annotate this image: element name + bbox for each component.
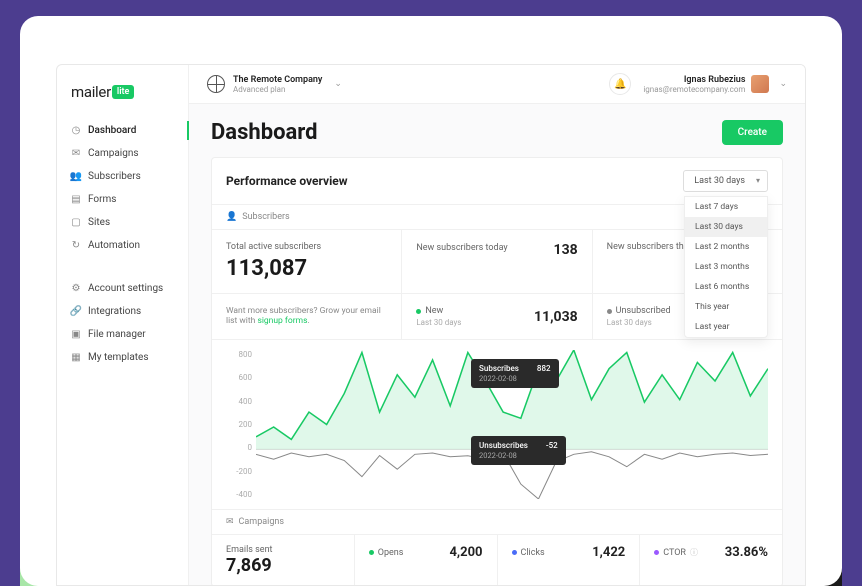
page-title: Dashboard bbox=[211, 120, 318, 145]
sidebar-item-label: Campaigns bbox=[88, 148, 139, 159]
chart-tooltip: Subscribes8822022-02-08 bbox=[471, 359, 559, 388]
y-tick: -200 bbox=[226, 467, 252, 476]
date-option[interactable]: Last 6 months bbox=[685, 277, 767, 297]
sidebar-item-campaigns[interactable]: ✉ Campaigns bbox=[57, 142, 188, 165]
user-email: ignas@remotecompany.com bbox=[643, 85, 745, 94]
subscribers-chart: 800 600 400 200 0 -200 -400 Subscribes8822022-… bbox=[212, 339, 782, 509]
sidebar-item-label: Subscribers bbox=[88, 171, 141, 182]
users-icon: 👤 bbox=[226, 212, 237, 222]
sidebar-item-sites[interactable]: ▢ Sites bbox=[57, 211, 188, 234]
date-option[interactable]: Last 3 months bbox=[685, 257, 767, 277]
date-range-button[interactable]: Last 30 days bbox=[683, 170, 768, 192]
y-tick: 400 bbox=[226, 397, 252, 406]
mail-icon: ✉ bbox=[71, 149, 81, 159]
date-option[interactable]: Last 2 months bbox=[685, 237, 767, 257]
sidebar-item-label: Dashboard bbox=[88, 125, 136, 136]
y-tick: -400 bbox=[226, 490, 252, 499]
y-tick: 200 bbox=[226, 420, 252, 429]
bell-icon: 🔔 bbox=[614, 79, 626, 90]
performance-panel: Performance overview Last 30 days Last 7… bbox=[211, 157, 783, 585]
metric-opens: Opens4,200 bbox=[355, 535, 498, 585]
sidebar-item-dashboard[interactable]: ◷ Dashboard bbox=[57, 119, 188, 142]
sidebar-item-label: Account settings bbox=[88, 283, 163, 294]
user-menu[interactable]: Ignas Rubezius ignas@remotecompany.com ⌄ bbox=[643, 75, 787, 94]
date-option[interactable]: This year bbox=[685, 297, 767, 317]
window-icon: ▢ bbox=[71, 218, 81, 228]
metric-ctor: CTORⓘ33.86% bbox=[640, 535, 782, 585]
sidebar-item-label: File manager bbox=[88, 329, 146, 340]
chevron-down-icon: ⌄ bbox=[334, 79, 342, 89]
dot-purple-icon bbox=[654, 550, 659, 555]
sidebar-item-label: Forms bbox=[88, 194, 116, 205]
folder-icon: ▣ bbox=[71, 330, 81, 340]
clock-icon: ◷ bbox=[71, 126, 81, 136]
panel-title: Performance overview bbox=[226, 174, 348, 188]
nav-main: ◷ Dashboard ✉ Campaigns 👥 Subscribers ▤ Forms ▢ S… bbox=[57, 119, 188, 257]
y-tick: 800 bbox=[226, 350, 252, 359]
logo[interactable]: mailerlite bbox=[57, 83, 188, 119]
company-name: The Remote Company bbox=[233, 75, 322, 85]
template-icon: ▦ bbox=[71, 353, 81, 363]
info-icon[interactable]: ⓘ bbox=[690, 547, 698, 558]
y-axis: 800 600 400 200 0 -200 -400 bbox=[226, 350, 252, 499]
gear-icon: ⚙ bbox=[71, 284, 81, 294]
sidebar-item-label: Integrations bbox=[88, 306, 141, 317]
create-button[interactable]: Create bbox=[722, 120, 783, 145]
sidebar-item-subscribers[interactable]: 👥 Subscribers bbox=[57, 165, 188, 188]
main-content: The Remote Company Advanced plan ⌄ 🔔 Ign… bbox=[189, 65, 805, 585]
signup-forms-link[interactable]: signup forms bbox=[257, 316, 307, 326]
form-icon: ▤ bbox=[71, 195, 81, 205]
plan-label: Advanced plan bbox=[233, 85, 322, 94]
notifications-button[interactable]: 🔔 bbox=[609, 73, 631, 95]
sidebar: mailerlite ◷ Dashboard ✉ Campaigns 👥 Subscrib… bbox=[57, 65, 189, 585]
refresh-icon: ↻ bbox=[71, 241, 81, 251]
metric-new-today: New subscribers today 138 bbox=[402, 230, 592, 293]
chart-tooltip: Unsubscribes-522022-02-08 bbox=[471, 436, 566, 465]
metric-clicks: Clicks1,422 bbox=[498, 535, 641, 585]
y-tick: 600 bbox=[226, 373, 252, 382]
mail-icon: ✉ bbox=[226, 517, 234, 527]
date-option[interactable]: Last 30 days bbox=[685, 217, 767, 237]
topbar: The Remote Company Advanced plan ⌄ 🔔 Ign… bbox=[189, 65, 805, 104]
sidebar-item-forms[interactable]: ▤ Forms bbox=[57, 188, 188, 211]
dot-blue-icon bbox=[512, 550, 517, 555]
date-option[interactable]: Last year bbox=[685, 317, 767, 337]
sidebar-item-label: Automation bbox=[88, 240, 140, 251]
metric-total-subscribers: Total active subscribers 113,087 bbox=[212, 230, 402, 293]
user-name: Ignas Rubezius bbox=[643, 75, 745, 85]
metric-new: New Last 30 days 11,038 bbox=[402, 294, 592, 339]
date-option[interactable]: Last 7 days bbox=[685, 197, 767, 217]
sidebar-item-file-manager[interactable]: ▣ File manager bbox=[57, 323, 188, 346]
logo-badge: lite bbox=[112, 85, 135, 99]
sidebar-item-integrations[interactable]: 🔗 Integrations bbox=[57, 300, 188, 323]
company-switcher[interactable]: The Remote Company Advanced plan ⌄ bbox=[207, 75, 342, 94]
chevron-down-icon: ⌄ bbox=[779, 79, 787, 89]
date-range-menu: Last 7 daysLast 30 daysLast 2 monthsLast… bbox=[684, 196, 768, 338]
campaigns-section-bar: ✉ Campaigns bbox=[212, 509, 782, 534]
date-range-select[interactable]: Last 30 days Last 7 daysLast 30 daysLast… bbox=[683, 170, 768, 192]
globe-icon bbox=[207, 75, 225, 93]
sidebar-item-label: My templates bbox=[88, 352, 149, 363]
sidebar-item-my-templates[interactable]: ▦ My templates bbox=[57, 346, 188, 369]
total-subscribers-value: 113,087 bbox=[226, 256, 387, 281]
sidebar-item-account-settings[interactable]: ⚙ Account settings bbox=[57, 277, 188, 300]
metric-emails-sent: Emails sent 7,869 bbox=[212, 535, 355, 585]
dot-green-icon bbox=[416, 309, 421, 314]
help-text-cell: Want more subscribers? Grow your email l… bbox=[212, 294, 402, 339]
users-icon: 👥 bbox=[71, 172, 81, 182]
sidebar-item-label: Sites bbox=[88, 217, 110, 228]
dot-gray-icon bbox=[607, 309, 612, 314]
sidebar-item-automation[interactable]: ↻ Automation bbox=[57, 234, 188, 257]
y-tick: 0 bbox=[226, 443, 252, 452]
avatar bbox=[751, 75, 769, 93]
nav-secondary: ⚙ Account settings 🔗 Integrations ▣ File mana… bbox=[57, 277, 188, 369]
link-icon: 🔗 bbox=[71, 307, 81, 317]
dot-green-icon bbox=[369, 550, 374, 555]
logo-text: mailer bbox=[71, 83, 111, 101]
